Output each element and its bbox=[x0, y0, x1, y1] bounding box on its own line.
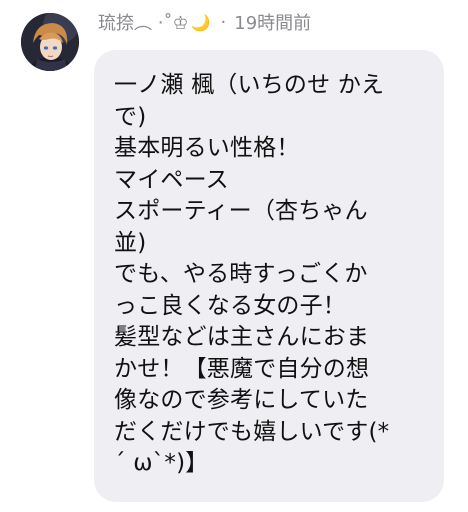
avatar[interactable] bbox=[21, 13, 79, 71]
message-line: 一ノ瀬 楓（いちのせ かえ bbox=[114, 72, 385, 98]
message-line: でも、やる時すっごくか bbox=[114, 261, 368, 287]
message-line: スポーティー（杏ちゃん bbox=[114, 198, 368, 224]
author-name[interactable]: 琉捺︵ ‧˚♔ bbox=[98, 9, 189, 35]
message-bubble[interactable]: 一ノ瀬 楓（いちのせ かえ で) 基本明るい性格！ マイペース スポーティー（杏… bbox=[94, 50, 444, 502]
message-line: かせ！【悪魔で自分の想 bbox=[114, 355, 370, 382]
timestamp: 19時間前 bbox=[234, 13, 312, 34]
avatar-image bbox=[21, 13, 79, 71]
message-line: ´ ω`*)】 bbox=[114, 450, 209, 476]
separator-dot: · bbox=[220, 11, 227, 33]
chat-message: 琉捺︵ ‧˚♔ 🌙 · 19時間前 一ノ瀬 楓（いちのせ かえ で) 基本明るい… bbox=[0, 0, 468, 512]
moon-icon: 🌙 bbox=[190, 12, 211, 32]
message-line: だくだけでも嬉しいです(* bbox=[114, 418, 390, 445]
message-line: っこ良くなる女の子！ bbox=[114, 292, 346, 319]
message-text: 一ノ瀬 楓（いちのせ かえ で) 基本明るい性格！ マイペース スポーティー（杏… bbox=[114, 70, 430, 480]
message-line: マイペース bbox=[114, 166, 229, 193]
message-line: で) bbox=[114, 103, 147, 130]
message-line: 基本明るい性格！ bbox=[114, 135, 300, 161]
message-header: 琉捺︵ ‧˚♔ 🌙 · 19時間前 bbox=[98, 9, 311, 35]
message-line: 並) bbox=[114, 229, 147, 256]
message-line: 髪型などは主さんにおま bbox=[114, 324, 370, 350]
message-line: 像なので参考にしていた bbox=[114, 387, 369, 413]
